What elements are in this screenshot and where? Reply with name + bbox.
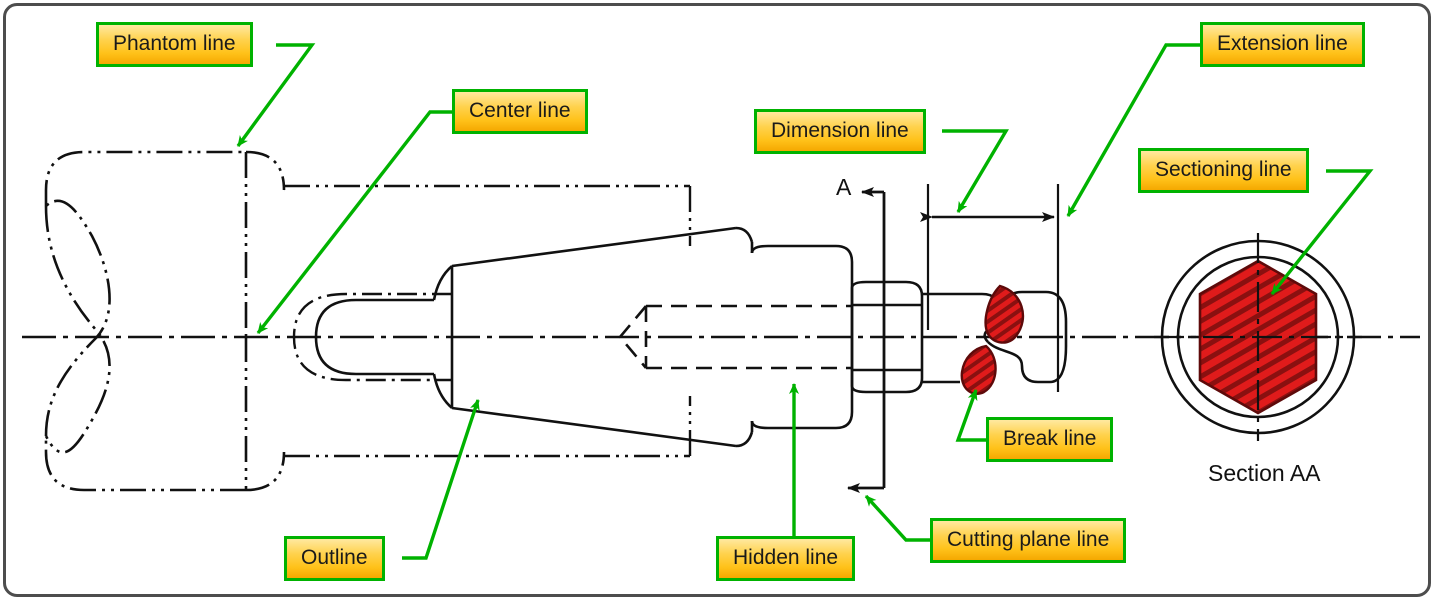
label-outline[interactable]: Outline: [284, 536, 385, 581]
label-dimension-line[interactable]: Dimension line: [754, 109, 926, 154]
section-aa-view: [1154, 233, 1362, 441]
label-center-line[interactable]: Center line: [452, 89, 588, 134]
label-phantom-line[interactable]: Phantom line: [96, 22, 253, 67]
label-sectioning-line[interactable]: Sectioning line: [1138, 148, 1309, 193]
phantom-transition-arcs: [245, 150, 286, 492]
label-hidden-line[interactable]: Hidden line: [716, 536, 856, 581]
phantom-line-body: [44, 150, 248, 492]
leader-outline: [402, 399, 480, 560]
leader-dimension-line: [942, 129, 1009, 213]
label-break-line[interactable]: Break line: [986, 417, 1114, 462]
cutting-plane-line: [847, 187, 886, 493]
leader-cutting-plane-line: [864, 494, 930, 542]
label-extension-line[interactable]: Extension line: [1200, 22, 1365, 67]
leader-break-line: [955, 389, 986, 442]
phantom-rails: [284, 184, 692, 458]
break-line-marks: [960, 284, 1025, 395]
cutting-plane-marker-a: A: [836, 174, 852, 200]
section-aa-caption: Section AA: [1208, 460, 1321, 486]
technical-drawing: [22, 43, 1420, 560]
label-cutting-plane-line[interactable]: Cutting plane line: [930, 518, 1127, 563]
diagram-canvas: Phantom line Center line Dimension line …: [0, 0, 1440, 606]
